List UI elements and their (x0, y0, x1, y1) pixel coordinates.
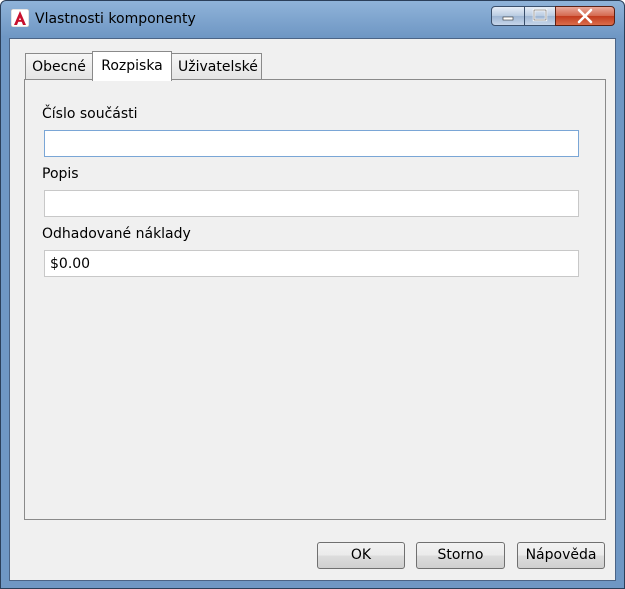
description-label: Popis (42, 166, 79, 182)
tab-rozpiska[interactable]: Rozpiska (92, 51, 172, 81)
dialog-client-area: Obecné Rozpiska Uživatelské Číslo součás… (9, 38, 616, 581)
maximize-icon (525, 8, 555, 29)
part-number-input[interactable] (44, 130, 579, 157)
close-button[interactable] (555, 6, 615, 26)
window-title: Vlastnosti komponenty (35, 11, 196, 27)
estimated-cost-input[interactable] (44, 250, 579, 277)
close-icon (556, 8, 614, 29)
autocad-a-icon (10, 8, 30, 28)
part-number-label: Číslo součásti (42, 106, 138, 122)
minimize-icon (492, 10, 524, 29)
estimated-cost-label: Odhadované náklady (42, 226, 191, 242)
dialog-window: Vlastnosti komponenty Obecné Rozpiska Už… (0, 0, 625, 589)
description-input[interactable] (44, 190, 579, 217)
tab-panel-rozpiska: Číslo součásti Popis Odhadované náklady (24, 79, 606, 520)
tab-obecne[interactable]: Obecné (25, 53, 93, 80)
title-bar[interactable]: Vlastnosti komponenty (1, 1, 624, 39)
minimize-button[interactable] (491, 6, 525, 26)
ok-button[interactable]: OK (317, 542, 405, 569)
maximize-button[interactable] (524, 6, 556, 26)
tab-uzivatelske[interactable]: Uživatelské (171, 53, 262, 80)
help-button[interactable]: Nápověda (517, 542, 605, 569)
cancel-button[interactable]: Storno (416, 542, 505, 569)
